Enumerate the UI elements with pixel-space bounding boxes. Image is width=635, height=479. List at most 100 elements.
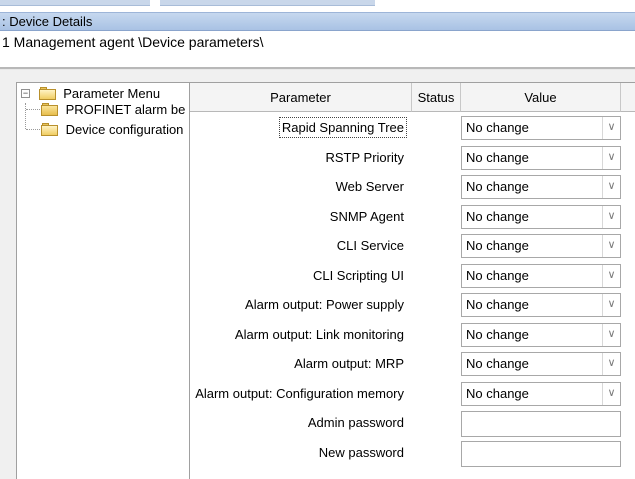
parameter-cell: CLI Service: [190, 231, 412, 261]
folder-open-icon: [38, 87, 57, 100]
table-row[interactable]: Alarm output: MRP No change ∨: [190, 349, 635, 379]
parameter-label: Rapid Spanning Tree: [278, 117, 408, 138]
chevron-down-icon[interactable]: ∨: [602, 235, 620, 257]
top-tab-1[interactable]: [0, 0, 150, 6]
title-prefix: :: [2, 14, 6, 29]
table-row[interactable]: Admin password: [190, 408, 635, 438]
splitter[interactable]: [0, 67, 635, 70]
parameter-label: Web Server: [335, 179, 404, 194]
column-header-value[interactable]: Value: [461, 83, 621, 112]
value-dropdown[interactable]: No change ∨: [461, 234, 621, 258]
value-dropdown[interactable]: No change ∨: [461, 204, 621, 229]
value-dropdown[interactable]: No change ∨: [461, 175, 621, 199]
parameter-label: Alarm output: MRP: [294, 356, 404, 371]
panel-title: Device Details: [9, 14, 93, 29]
value-dropdown[interactable]: No change ∨: [461, 381, 621, 406]
chevron-down-icon[interactable]: ∨: [602, 146, 620, 169]
table-row[interactable]: Rapid Spanning Tree No change ∨: [190, 113, 635, 143]
parameter-cell: Web Server: [190, 172, 412, 202]
status-cell: [412, 113, 461, 143]
chevron-down-icon[interactable]: ∨: [602, 294, 620, 316]
value-dropdown[interactable]: No change ∨: [461, 116, 621, 140]
status-cell: [412, 320, 461, 350]
parameter-grid: Parameter Status Value Rapid Spanning Tr…: [190, 82, 635, 479]
chevron-down-icon[interactable]: ∨: [602, 264, 620, 287]
status-cell: [412, 438, 461, 468]
table-row[interactable]: Alarm output: Power supply No change ∨: [190, 290, 635, 320]
value-dropdown[interactable]: No change ∨: [461, 293, 621, 317]
value-selected: No change: [466, 179, 529, 194]
tree-item-label: PROFINET alarm be: [65, 102, 186, 117]
collapse-icon[interactable]: −: [21, 89, 30, 98]
chevron-down-icon[interactable]: ∨: [602, 353, 620, 375]
parameter-cell: Rapid Spanning Tree: [190, 113, 412, 143]
parameter-cell: Alarm output: Link monitoring: [190, 320, 412, 350]
table-row[interactable]: New password: [190, 438, 635, 468]
value-selected: No change: [466, 356, 529, 371]
parameter-cell: New password: [190, 438, 412, 468]
value-selected: No change: [466, 326, 529, 342]
parameter-label: SNMP Agent: [329, 208, 404, 224]
table-row[interactable]: Alarm output: Link monitoring No change ∨: [190, 320, 635, 350]
status-cell: [412, 143, 461, 173]
chevron-down-icon[interactable]: ∨: [602, 382, 620, 405]
top-tab-2[interactable]: [160, 0, 375, 6]
folder-open-icon: [41, 123, 59, 136]
value-dropdown[interactable]: No change ∨: [461, 145, 621, 170]
value-selected: No change: [466, 385, 529, 401]
parameter-cell: RSTP Priority: [190, 143, 412, 173]
value-selected: No change: [466, 208, 529, 224]
status-cell: [412, 408, 461, 438]
tree-item-device-configuration[interactable]: Device configuration: [41, 121, 183, 139]
status-cell: [412, 202, 461, 232]
status-cell: [412, 290, 461, 320]
parameter-label: Alarm output: Configuration memory: [195, 385, 404, 401]
column-header-filler: [621, 83, 635, 112]
status-cell: [412, 379, 461, 409]
parameter-label: CLI Service: [336, 238, 404, 253]
parameter-cell: Alarm output: Configuration memory: [190, 379, 412, 409]
parameter-cell: Alarm output: MRP: [190, 349, 412, 379]
parameter-label: Admin password: [307, 415, 404, 430]
tree-item-label: Parameter Menu: [63, 86, 161, 101]
folder-icon: [41, 103, 59, 116]
tree-item-label: Device configuration: [65, 122, 184, 137]
password-input[interactable]: [461, 440, 621, 467]
status-cell: [412, 261, 461, 291]
table-row[interactable]: SNMP Agent No change ∨: [190, 202, 635, 232]
parameter-label: Alarm output: Link monitoring: [234, 326, 404, 342]
panel-title-bar: : Device Details: [0, 12, 635, 31]
top-tab-strip: [0, 0, 635, 12]
tree-item-profinet-alarm[interactable]: PROFINET alarm be: [41, 101, 185, 119]
column-header-parameter[interactable]: Parameter: [190, 83, 412, 112]
value-dropdown[interactable]: No change ∨: [461, 352, 621, 376]
table-row[interactable]: CLI Service No change ∨: [190, 231, 635, 261]
table-row[interactable]: RSTP Priority No change ∨: [190, 143, 635, 173]
breadcrumb: 1 Management agent \Device parameters\: [0, 31, 635, 67]
parameter-cell: Admin password: [190, 408, 412, 438]
parameter-label: RSTP Priority: [325, 149, 405, 165]
table-row[interactable]: CLI Scripting UI No change ∨: [190, 261, 635, 291]
parameter-cell: Alarm output: Power supply: [190, 290, 412, 320]
status-cell: [412, 349, 461, 379]
value-dropdown[interactable]: No change ∨: [461, 322, 621, 347]
password-input[interactable]: [461, 411, 621, 437]
table-row[interactable]: Alarm output: Configuration memory No cha…: [190, 379, 635, 409]
status-cell: [412, 172, 461, 202]
parameter-label: CLI Scripting UI: [312, 267, 404, 283]
table-row[interactable]: Web Server No change ∨: [190, 172, 635, 202]
status-cell: [412, 231, 461, 261]
value-selected: No change: [466, 267, 529, 283]
chevron-down-icon[interactable]: ∨: [602, 323, 620, 346]
value-selected: No change: [466, 238, 529, 253]
value-dropdown[interactable]: No change ∨: [461, 263, 621, 288]
parameter-cell: SNMP Agent: [190, 202, 412, 232]
value-selected: No change: [466, 297, 529, 312]
parameter-label: Alarm output: Power supply: [245, 297, 404, 312]
parameter-label: New password: [318, 444, 404, 460]
chevron-down-icon[interactable]: ∨: [602, 117, 620, 139]
column-header-status[interactable]: Status: [412, 83, 461, 112]
chevron-down-icon[interactable]: ∨: [602, 205, 620, 228]
chevron-down-icon[interactable]: ∨: [602, 176, 620, 198]
value-selected: No change: [466, 149, 529, 165]
